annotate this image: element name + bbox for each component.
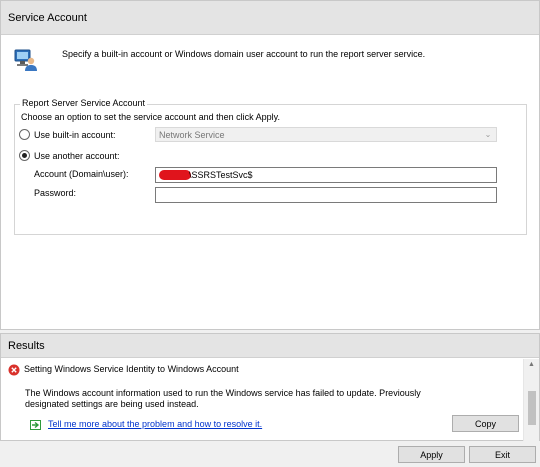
- results-header: Results: [1, 334, 539, 358]
- result-message-body: The Windows account information used to …: [25, 388, 421, 410]
- radio-unchecked[interactable]: [19, 129, 30, 140]
- chevron-down-icon[interactable]: ⌄: [480, 130, 496, 139]
- password-input[interactable]: [155, 187, 497, 203]
- another-account-label: Use another account:: [34, 150, 120, 161]
- section-header: Service Account: [1, 1, 539, 35]
- page-title: Service Account: [8, 11, 87, 24]
- results-scrollbar[interactable]: ▲: [523, 359, 539, 441]
- builtin-account-radio[interactable]: Use built-in account:: [19, 129, 116, 140]
- result-message-line: designated settings are being used inste…: [25, 399, 199, 409]
- help-link[interactable]: Tell me more about the problem and how t…: [48, 419, 262, 429]
- builtin-account-select[interactable]: Network Service ⌄: [155, 127, 497, 142]
- apply-button[interactable]: Apply: [398, 446, 465, 463]
- password-label: Password:: [34, 188, 77, 198]
- results-panel: Results Setting Windows Service Identity…: [0, 333, 540, 441]
- builtin-account-label: Use built-in account:: [34, 129, 116, 140]
- exit-button[interactable]: Exit: [469, 446, 536, 463]
- account-label: Account (Domain\user):: [34, 169, 129, 179]
- radio-checked[interactable]: [19, 150, 30, 161]
- account-input[interactable]: \SSRSTestSvc$: [155, 167, 497, 183]
- service-account-panel: Service Account Specify a built-in accou…: [0, 0, 540, 330]
- results-title: Results: [8, 339, 45, 352]
- account-input-value: \SSRSTestSvc$: [189, 170, 253, 180]
- computer-user-icon: [14, 48, 38, 72]
- scrollbar-thumb[interactable]: [528, 391, 536, 425]
- copy-button[interactable]: Copy: [452, 415, 519, 432]
- groupbox-legend: Report Server Service Account: [20, 98, 148, 108]
- intro-text: Specify a built-in account or Windows do…: [62, 49, 426, 59]
- error-icon: [8, 364, 20, 376]
- instruction-text: Choose an option to set the service acco…: [21, 112, 280, 122]
- redaction-mark: [159, 170, 191, 180]
- result-message-title: Setting Windows Service Identity to Wind…: [24, 364, 239, 374]
- arrow-right-icon: [30, 420, 41, 430]
- result-message-line: The Windows account information used to …: [25, 388, 421, 398]
- service-account-groupbox: Report Server Service Account Choose an …: [14, 98, 527, 235]
- another-account-radio[interactable]: Use another account:: [19, 150, 120, 161]
- builtin-account-value: Network Service: [159, 129, 225, 140]
- scroll-up-icon[interactable]: ▲: [528, 361, 535, 368]
